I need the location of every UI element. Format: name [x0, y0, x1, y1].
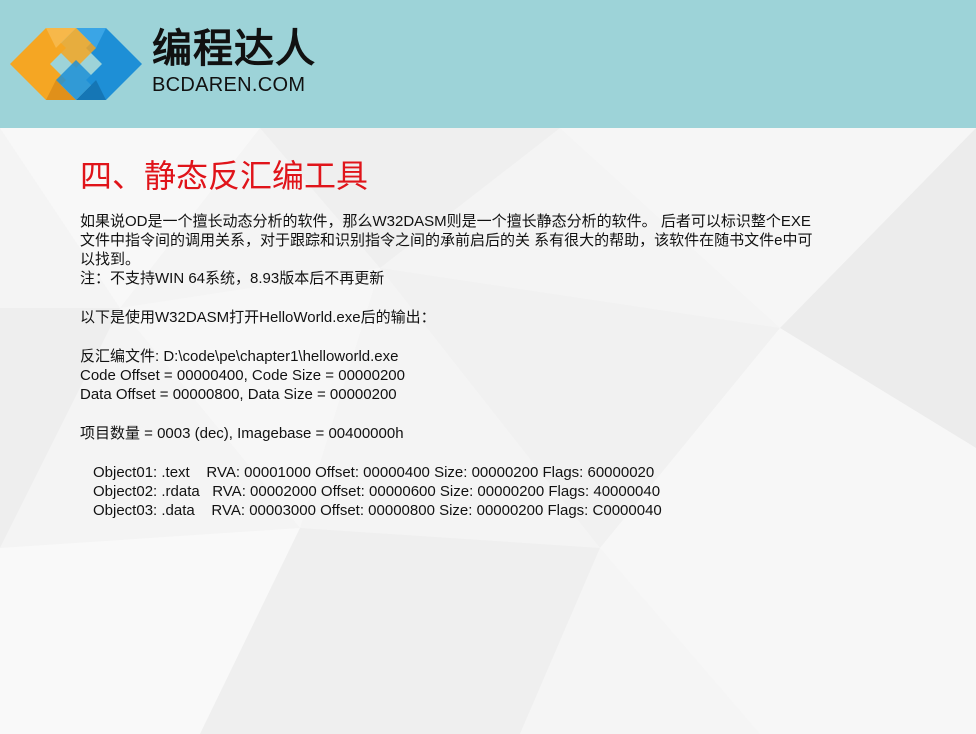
slide-header: 编程达人 BCDAREN.COM — [0, 0, 976, 128]
disasm-file-line: 反汇编文件: D:\code\pe\chapter1\helloworld.ex… — [80, 348, 399, 365]
output-intro: 以下是使用W32DASM打开HelloWorld.exe后的输出： — [80, 309, 436, 326]
brand-name-english: BCDAREN.COM — [152, 74, 306, 96]
slide-title: 四、静态反汇编工具 — [80, 157, 369, 195]
object-line: Object02: .rdata RVA: 00002000 Offset: 0… — [93, 483, 661, 500]
object-line: Object01: .text RVA: 00001000 Offset: 00… — [93, 464, 655, 481]
bcdaren-logo-icon — [10, 28, 142, 100]
intro-paragraph: 如果说OD是一个擅长动态分析的软件，那么W32DASM则是一个擅长静态分析的软件… — [80, 213, 813, 268]
code-offset-line: Code Offset = 00000400, Code Size = 0000… — [80, 367, 405, 384]
brand-name-chinese: 编程达人 — [152, 26, 316, 72]
item-count-line: 项目数量 = 0003 (dec), Imagebase = 00400000h — [80, 425, 404, 442]
note-line: 注：不支持WIN 64系统，8.93版本后不再更新 — [80, 270, 385, 287]
object-line: Object03: .data RVA: 00003000 Offset: 00… — [93, 502, 662, 519]
slide-body: 如果说OD是一个擅长动态分析的软件，那么W32DASM则是一个擅长静态分析的软件… — [80, 212, 900, 520]
data-offset-line: Data Offset = 00000800, Data Size = 0000… — [80, 386, 397, 403]
